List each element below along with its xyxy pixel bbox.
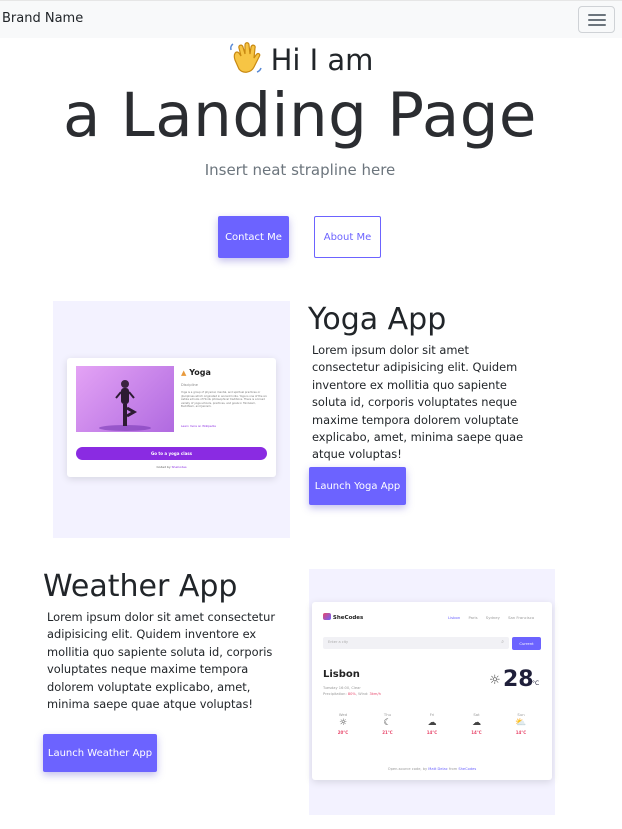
about-me-button[interactable]: About Me (314, 216, 381, 258)
strapline: Insert neat strapline here (204, 161, 396, 179)
forecast-day: Thu ☾ 21°C (368, 712, 408, 746)
yoga-pose-illustration (99, 380, 151, 431)
forecast-day: Wed ☼ 20°C (323, 712, 363, 746)
shecodes-logo-icon (323, 613, 331, 620)
search-icon: ⌕ (501, 639, 504, 645)
current-weather-sun-icon: ☼ (489, 673, 501, 688)
navbar-toggle-button[interactable] (578, 6, 615, 33)
weather-city-name: Lisbon (323, 669, 360, 680)
hero-greeting: Hi I am (0, 40, 600, 77)
page-title: a Landing Page (63, 80, 537, 151)
current-temperature: 28 (503, 667, 534, 692)
weather-preview-image: SheCodes Lisbon Paris Sydney San Francis… (309, 569, 555, 815)
weather-city-nav: Lisbon Paris Sydney San Francisco (448, 615, 534, 620)
sun-icon: ☼ (338, 718, 348, 728)
yoga-card-link[interactable]: Learn more on Wikipedia (181, 424, 216, 428)
yoga-preview-card: ▲ Yoga Discipline Yoga is a group of phy… (67, 358, 276, 477)
nav-city-paris[interactable]: Paris (469, 615, 478, 620)
cloud-icon: ☁ (427, 718, 437, 728)
yoga-app-description: Lorem ipsum dolor sit amet consectetur a… (312, 343, 524, 462)
yoga-card-subtitle: Discipline (181, 383, 198, 387)
weather-app-description: Lorem ipsum dolor sit amet consectetur a… (47, 610, 276, 712)
moon-icon: ☾ (383, 718, 392, 728)
nav-city-lisbon[interactable]: Lisbon (448, 615, 460, 620)
current-location-button[interactable]: Current (512, 637, 541, 650)
launch-weather-app-button[interactable]: Launch Weather App (43, 734, 157, 772)
weather-details: Precipitation: 80%, Wind: 3km/h (323, 692, 381, 696)
hamburger-icon (588, 14, 606, 16)
yoga-photo (76, 366, 174, 432)
weather-logo: SheCodes (323, 613, 363, 621)
forecast-day: Fri ☁ 14°C (412, 712, 452, 746)
cloud-icon: ☁ (472, 718, 481, 728)
nav-city-sydney[interactable]: Sydney (486, 615, 500, 620)
yoga-card-body: Yoga is a group of physical, mental, and… (181, 391, 267, 409)
weather-date: Tuesday 16:00, Clear (323, 686, 361, 690)
weather-preview-card: SheCodes Lisbon Paris Sydney San Francis… (312, 602, 552, 780)
launch-yoga-app-button[interactable]: Launch Yoga App (309, 467, 406, 505)
temperature-unit: °C (532, 680, 540, 687)
contact-me-button[interactable]: Contact Me (218, 216, 289, 258)
partly-cloudy-icon: ⛅ (515, 718, 527, 728)
weather-footer: Open-source code, by Matt Delac from She… (387, 767, 477, 771)
yoga-class-button[interactable]: Go to a yoga class (76, 447, 267, 460)
nav-city-sf[interactable]: San Francisco (508, 615, 534, 620)
navbar: Brand Name (0, 0, 622, 38)
forecast-day: Sun ⛅ 14°C (501, 712, 541, 746)
yoga-preview-image: ▲ Yoga Discipline Yoga is a group of phy… (53, 301, 290, 538)
greeting-text: Hi I am (270, 43, 374, 77)
yoga-card-title: ▲ Yoga (181, 368, 211, 377)
forecast: Wed ☼ 20°C Thu ☾ 21°C Fri ☁ 14°C Sat ☁ 1… (323, 712, 541, 746)
lotus-icon: ▲ (181, 369, 187, 377)
weather-app-title: Weather App (43, 569, 238, 604)
weather-search-input[interactable]: Enter a city ⌕ (323, 637, 509, 649)
waving-hand-icon (229, 42, 262, 73)
forecast-day: Sat ☁ 14°C (457, 712, 497, 746)
yoga-card-footer: Coded by SheCodes (156, 465, 187, 469)
yoga-app-title: Yoga App (308, 302, 447, 337)
brand-name[interactable]: Brand Name (2, 11, 83, 26)
